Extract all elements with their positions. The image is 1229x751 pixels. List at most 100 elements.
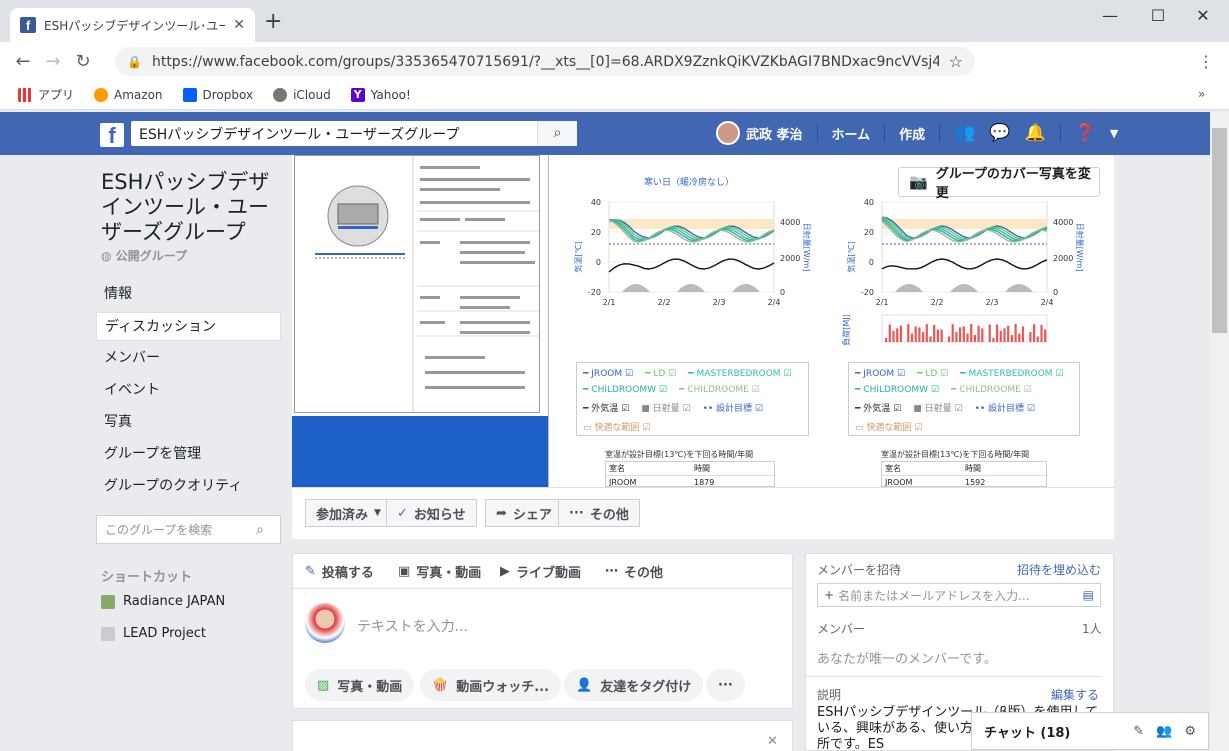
forward-icon[interactable]: → bbox=[38, 51, 68, 72]
search-icon[interactable]: ⌕ bbox=[537, 121, 577, 146]
search-icon[interactable]: ⌕ bbox=[256, 522, 280, 538]
group-menu-info[interactable]: 情報 bbox=[96, 280, 281, 309]
composer-text-input[interactable]: テキストを入力... bbox=[357, 616, 468, 636]
pill-watch-party[interactable]: 🍿 動画ウォッチ... bbox=[420, 669, 562, 701]
tab-live-video[interactable]: ▶ ライブ動画 bbox=[500, 562, 581, 581]
more-button[interactable]: ··· その他 bbox=[558, 499, 640, 527]
table-title-left: 室温が設計目標(13℃)を下回る時間/年間 bbox=[605, 450, 754, 459]
bookmarks-bar: アプリ Amazon Dropbox iCloud Y Yahoo! bbox=[0, 80, 1229, 110]
x-tick-label: 2/1 bbox=[603, 298, 616, 307]
pill-photo-video[interactable]: ▨ 写真・動画 bbox=[305, 669, 415, 701]
change-cover-button[interactable]: 📷 グループのカバー写真を変更 bbox=[898, 167, 1100, 201]
address-bar[interactable]: 🔒 https://www.facebook.com/groups/335365… bbox=[115, 47, 975, 76]
group-menu-quality[interactable]: グループのクオリティ bbox=[96, 472, 281, 501]
load-bar bbox=[925, 324, 928, 342]
invite-input[interactable]: + 名前またはメールアドレスを入力... ▤ bbox=[817, 583, 1101, 607]
group-menu-manage[interactable]: グループを管理 bbox=[96, 440, 281, 469]
load-bar bbox=[1036, 336, 1039, 342]
comfort-band bbox=[882, 219, 1047, 229]
messenger-icon[interactable]: 💬 bbox=[989, 123, 1010, 143]
more-dots-icon: ⋯ bbox=[605, 564, 618, 579]
facebook-search-input[interactable]: ESHパッシブデザインツール・ユーザーズグループ ⌕ bbox=[131, 121, 577, 146]
load-bar bbox=[996, 324, 999, 342]
browser-menu-icon[interactable]: ⋮ bbox=[1198, 52, 1214, 71]
legend-item: ▭ 快適な範囲 ☑ bbox=[855, 423, 923, 433]
group-menu-events[interactable]: イベント bbox=[96, 376, 281, 405]
group-menu-discussion[interactable]: ディスカッション bbox=[96, 312, 281, 341]
shortcut-radiance[interactable]: Radiance JAPAN bbox=[101, 594, 225, 609]
legend-item: •• 設計目標 ☑ bbox=[974, 404, 1035, 414]
bookmarks-overflow-icon[interactable]: » bbox=[1198, 87, 1205, 101]
group-menu-members[interactable]: メンバー bbox=[96, 344, 281, 373]
tab-photo-video[interactable]: ▣ 写真・動画 bbox=[398, 562, 481, 581]
y-tick-label: 0 bbox=[596, 258, 601, 267]
minimize-button[interactable]: — bbox=[1095, 6, 1125, 25]
back-icon[interactable]: ← bbox=[8, 51, 38, 72]
close-icon[interactable]: ✕ bbox=[767, 734, 778, 749]
load-bar bbox=[907, 324, 910, 342]
scrollbar-thumb[interactable] bbox=[1212, 128, 1227, 333]
nav-divider bbox=[939, 124, 941, 142]
notifications-bell-icon[interactable]: 🔔 bbox=[1025, 123, 1046, 143]
bookmark-yahoo[interactable]: Y Yahoo! bbox=[350, 87, 411, 102]
y2-axis-label: 日射量[W/m] bbox=[802, 223, 812, 272]
friend-requests-icon[interactable]: 👥 bbox=[954, 123, 975, 143]
share-button[interactable]: ➦ シェア bbox=[485, 499, 563, 527]
account-menu-icon[interactable]: ▼ bbox=[1110, 127, 1118, 140]
user-name-link[interactable]: 武政 孝治 bbox=[746, 124, 803, 143]
nav-divider bbox=[1059, 124, 1061, 142]
pill-more[interactable]: ··· bbox=[706, 669, 745, 701]
bookmark-star-icon[interactable]: ☆ bbox=[949, 52, 963, 71]
facebook-logo-icon[interactable]: f bbox=[100, 123, 124, 148]
reload-icon[interactable]: ↻ bbox=[68, 51, 98, 72]
new-tab-button[interactable]: + bbox=[264, 11, 282, 33]
address-book-icon[interactable]: ▤ bbox=[1083, 588, 1094, 602]
shortcut-lead[interactable]: LEAD Project bbox=[101, 626, 206, 641]
joined-button[interactable]: 参加済み ▼ bbox=[305, 499, 392, 527]
x-tick-label: 2/3 bbox=[986, 298, 999, 307]
bookmark-apps[interactable]: アプリ bbox=[18, 86, 74, 103]
group-search-input[interactable]: このグループを検索 ⌕ bbox=[96, 515, 281, 544]
x-tick-label: 2/4 bbox=[768, 298, 781, 307]
group-chat-icon[interactable]: 👥 bbox=[1156, 724, 1172, 739]
legend-item: ━ LD ☑ bbox=[917, 369, 949, 379]
pill-tag-friends[interactable]: 👤 友達をタグ付け bbox=[564, 669, 704, 701]
notify-button[interactable]: ✓ お知らせ bbox=[386, 499, 477, 527]
chat-bar[interactable]: チャット (18) ✎ 👥 ⚙ bbox=[971, 712, 1209, 750]
plus-icon: + bbox=[824, 588, 835, 602]
tab-title: ESHパッシブデザインツール･ユーザーズ bbox=[44, 18, 226, 33]
load-bar bbox=[966, 333, 969, 342]
table-row: JROOM 1879 bbox=[609, 478, 715, 487]
dropdown-caret-icon: ▼ bbox=[374, 508, 381, 518]
group-name[interactable]: ESHパッシブデザインツール・ユーザーズグループ bbox=[101, 170, 286, 245]
tab-more[interactable]: ⋯ その他 bbox=[605, 562, 663, 581]
load-bar bbox=[914, 326, 917, 342]
new-message-icon[interactable]: ✎ bbox=[1133, 724, 1144, 739]
maximize-button[interactable]: ☐ bbox=[1143, 6, 1173, 25]
video-camera-icon: ▶ bbox=[500, 564, 510, 579]
bookmark-amazon[interactable]: Amazon bbox=[94, 87, 163, 102]
apple-icon bbox=[273, 87, 288, 102]
hours-table-left: 室名 時間 JROOM 1879 bbox=[605, 461, 775, 487]
tab-post[interactable]: ✎ 投稿する bbox=[305, 562, 374, 581]
home-link[interactable]: ホーム bbox=[832, 124, 871, 143]
bookmark-dropbox[interactable]: Dropbox bbox=[182, 87, 253, 102]
browser-tab[interactable]: f ESHパッシブデザインツール･ユーザーズ ✕ bbox=[10, 8, 255, 42]
load-bar bbox=[1010, 334, 1013, 342]
edit-description-link[interactable]: 編集する bbox=[1051, 686, 1099, 703]
close-tab-icon[interactable]: ✕ bbox=[233, 17, 245, 33]
close-window-button[interactable]: ✕ bbox=[1188, 6, 1218, 25]
load-bar bbox=[955, 332, 958, 342]
create-link[interactable]: 作成 bbox=[899, 124, 925, 143]
y-tick-label: 40 bbox=[864, 198, 874, 207]
legend-item: ━ JROOM ☑ bbox=[855, 369, 906, 379]
bookmark-icloud[interactable]: iCloud bbox=[273, 87, 331, 102]
gear-icon[interactable]: ⚙ bbox=[1184, 724, 1196, 739]
chart-legend-left: ━ JROOM ☑ ━ LD ☑ ━ MASTERBEDROOM ☑ ━ CHI… bbox=[576, 362, 809, 436]
embed-invite-link[interactable]: 招待を埋め込む bbox=[1017, 561, 1101, 578]
legend-item: •• 設計目標 ☑ bbox=[702, 404, 763, 414]
help-icon[interactable]: ❓ bbox=[1075, 123, 1096, 143]
group-menu-photos[interactable]: 写真 bbox=[96, 408, 281, 437]
user-avatar[interactable] bbox=[716, 121, 740, 145]
x-tick-label: 2/2 bbox=[931, 298, 944, 307]
